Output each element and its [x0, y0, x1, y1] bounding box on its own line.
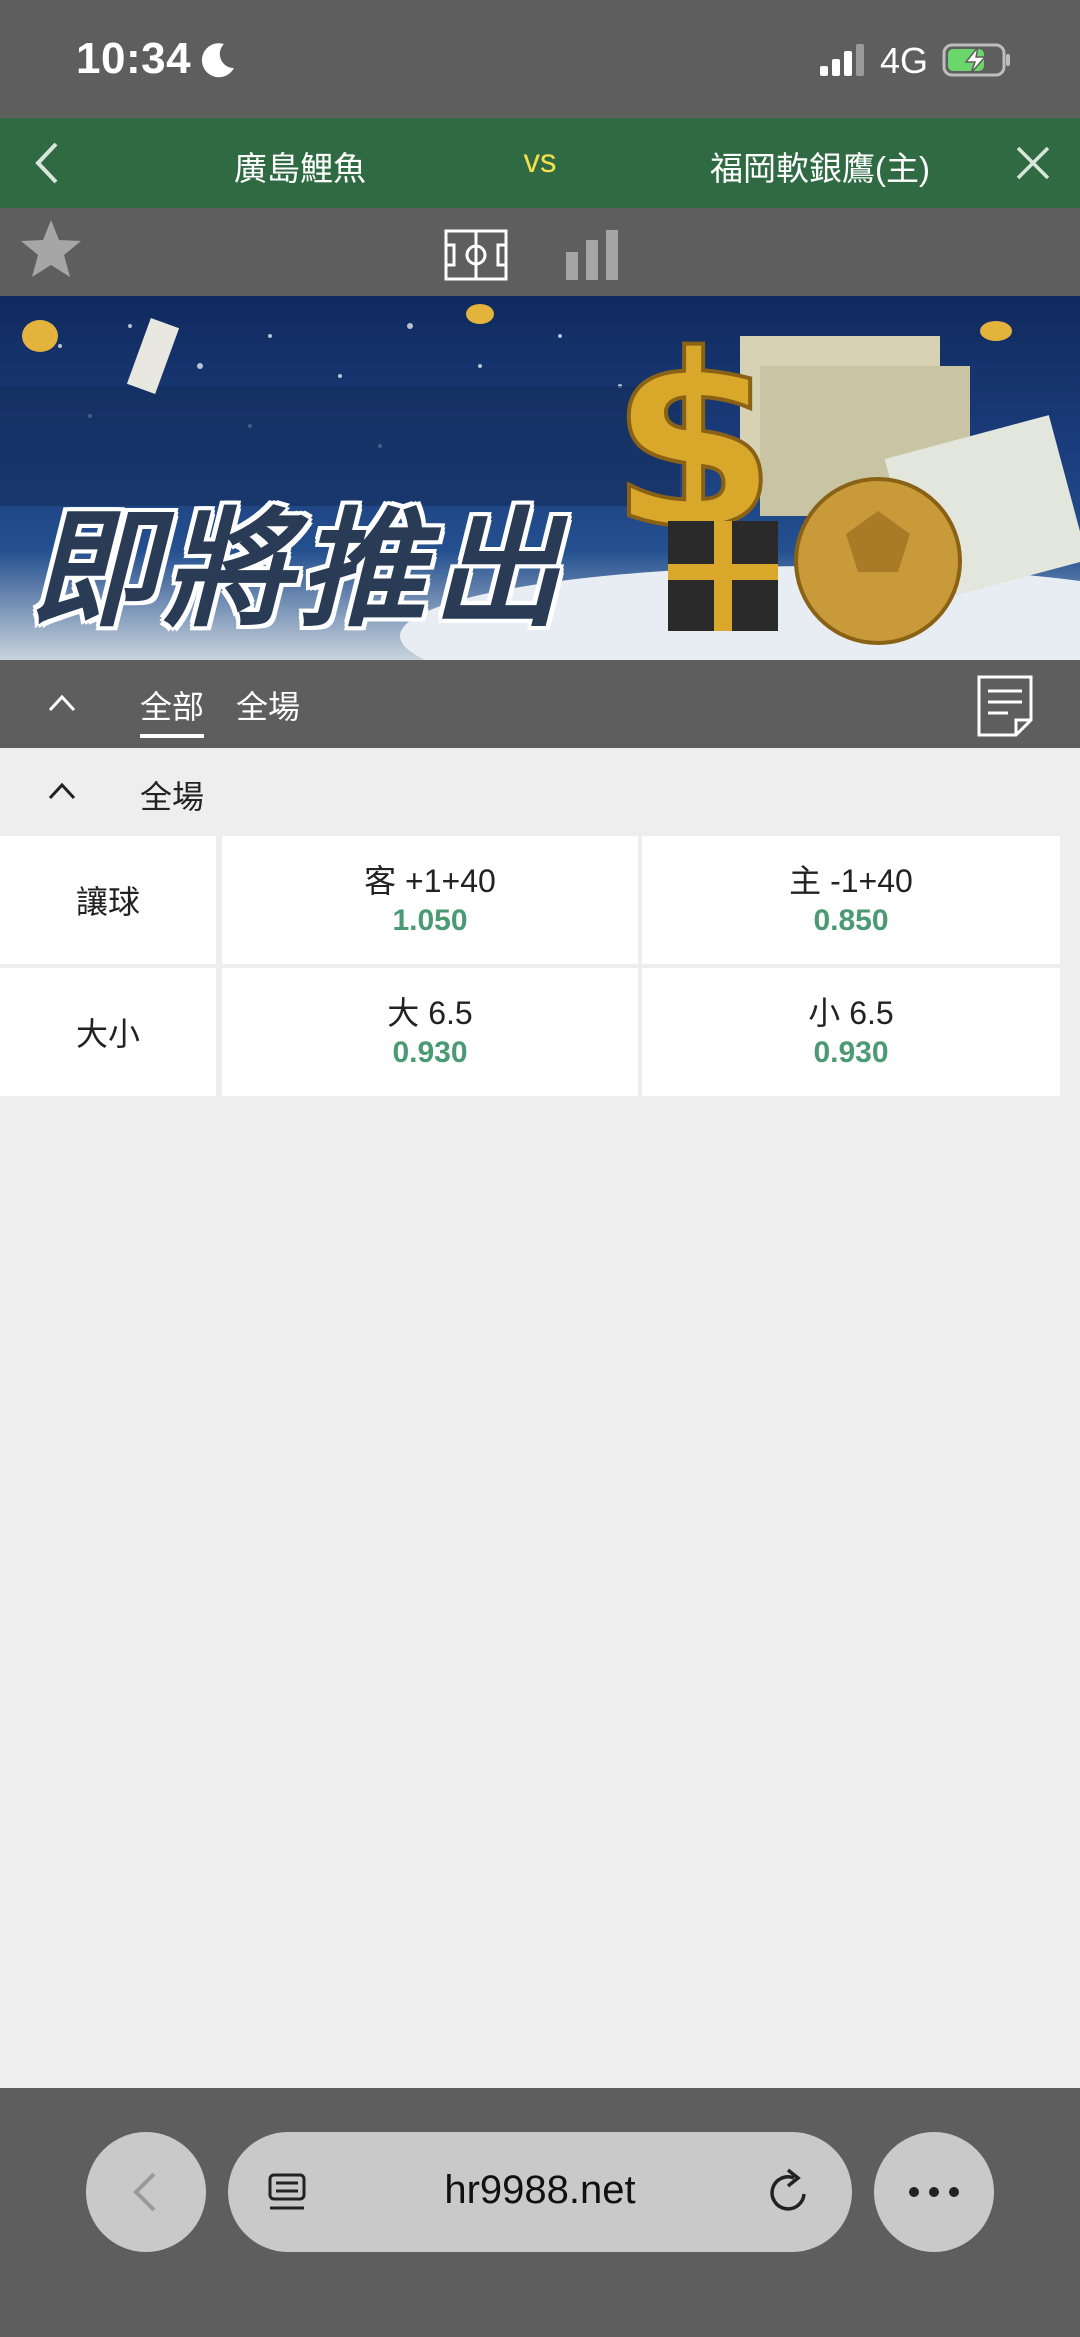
odds-value: 0.930 — [813, 1036, 889, 1069]
more-options-button[interactable] — [874, 2132, 994, 2252]
ellipsis-icon — [909, 2187, 959, 2197]
market-row-handicap: 讓球 客 +1+40 1.050 主 -1+40 0.850 — [0, 836, 1080, 964]
address-bar[interactable]: hr9988.net — [228, 2132, 852, 2252]
odds-line: 客 +1+40 — [364, 863, 496, 899]
section-caret-icon[interactable] — [44, 776, 80, 806]
odds-option-home-handicap[interactable]: 主 -1+40 0.850 — [642, 836, 1060, 964]
url-text: hr9988.net — [444, 2168, 636, 2212]
market-row-over-under: 大小 大 6.5 0.930 小 6.5 0.930 — [0, 968, 1080, 1096]
browser-toolbar: hr9988.net — [0, 2088, 1080, 2337]
section-title: 全場 — [140, 779, 205, 815]
back-arrow-icon — [133, 2172, 156, 2212]
odds-line: 小 6.5 — [808, 995, 894, 1031]
favorite-star-icon[interactable] — [18, 216, 84, 282]
network-type: 4G — [880, 40, 929, 81]
tab-all[interactable]: 全部 — [140, 682, 205, 738]
odds-value: 0.930 — [392, 1036, 468, 1069]
collapse-caret-icon[interactable] — [44, 688, 80, 718]
odds-value: 1.050 — [392, 904, 468, 937]
match-header: 廣島鯉魚 vs 福岡軟銀鷹(主) — [0, 118, 1080, 208]
reload-icon[interactable] — [766, 2168, 812, 2216]
odds-option-away-handicap[interactable]: 客 +1+40 1.050 — [222, 836, 638, 964]
tab-full-time[interactable]: 全場 — [236, 682, 300, 728]
status-bar: 10:34 4G — [0, 0, 1080, 118]
banner-title: 即將推出 — [30, 496, 567, 645]
markets-content: 全場 讓球 客 +1+40 1.050 主 -1+40 0.850 大小 大 6… — [0, 748, 1080, 2088]
away-team-name: 福岡軟銀鷹(主) — [710, 150, 930, 187]
statistics-bar-icon[interactable] — [564, 226, 620, 282]
match-toolbar — [0, 208, 1080, 296]
odds-value: 0.850 — [813, 904, 889, 937]
cellular-signal-icon — [820, 44, 864, 76]
odds-line: 大 6.5 — [387, 995, 473, 1031]
status-time: 10:34 — [76, 34, 192, 83]
market-label: 讓球 — [0, 836, 216, 964]
promo-banner[interactable]: $ 即將推出 — [0, 296, 1080, 660]
field-view-icon[interactable] — [444, 228, 508, 282]
market-filter-bar: 全部 全場 — [0, 660, 1080, 748]
vs-label: vs — [523, 142, 557, 179]
home-team-name: 廣島鯉魚 — [234, 150, 366, 187]
odds-option-over[interactable]: 大 6.5 0.930 — [222, 968, 638, 1096]
moon-icon — [201, 43, 234, 78]
close-icon[interactable] — [1014, 144, 1052, 182]
bet-slip-icon[interactable] — [976, 674, 1034, 738]
market-label: 大小 — [0, 968, 216, 1096]
battery-charging-icon — [942, 43, 1010, 77]
section-header[interactable]: 全場 — [0, 748, 1080, 836]
back-chevron-icon[interactable] — [30, 140, 62, 186]
odds-line: 主 -1+40 — [789, 863, 913, 899]
browser-back-button[interactable] — [86, 2132, 206, 2252]
odds-option-under[interactable]: 小 6.5 0.930 — [642, 968, 1060, 1096]
